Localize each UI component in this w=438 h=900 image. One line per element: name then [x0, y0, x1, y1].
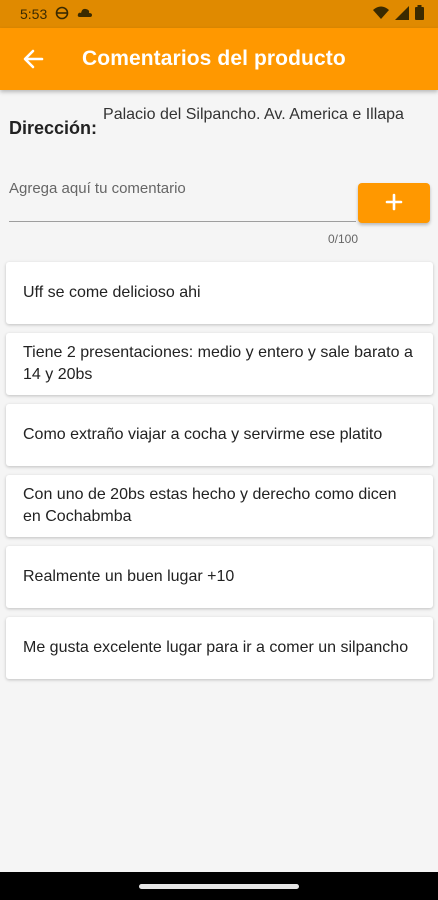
character-counter: 0/100: [327, 232, 358, 246]
add-comment-button[interactable]: [358, 183, 430, 223]
wifi-icon: [373, 6, 389, 23]
battery-icon: [415, 5, 424, 23]
comment-card: Realmente un buen lugar +10: [6, 546, 433, 608]
comment-field[interactable]: [9, 176, 356, 222]
plus-icon: [385, 193, 403, 214]
comment-card: Como extraño viajar a cocha y servirme e…: [6, 404, 433, 466]
cloud-icon: [77, 6, 93, 22]
comment-card: Con uno de 20bs estas hecho y derecho co…: [6, 475, 433, 537]
status-time: 5:53: [20, 6, 48, 22]
comment-text: Me gusta excelente lugar para ir a comer…: [23, 639, 409, 656]
comment-card: Me gusta excelente lugar para ir a comer…: [6, 617, 433, 679]
comment-text: Con uno de 20bs estas hecho y derecho co…: [23, 486, 397, 525]
comment-text: Realmente un buen lugar +10: [23, 568, 235, 585]
page-title: Comentarios del producto: [82, 47, 346, 70]
status-bar: 5:53: [0, 0, 438, 28]
comment-text: Tiene 2 presentaciones: medio y entero y…: [23, 344, 413, 383]
home-gesture-handle[interactable]: [139, 883, 299, 889]
address-value: Palacio del Silpancho. Av. America e Ill…: [103, 106, 404, 123]
address-label: Dirección:: [9, 118, 98, 138]
comment-text: Uff se come delicioso ahi: [23, 284, 201, 301]
navigation-bar: [0, 872, 438, 900]
address-section: Dirección: Palacio del Silpancho. Av. Am…: [9, 104, 429, 139]
comment-input[interactable]: [9, 176, 356, 201]
comment-card: Tiene 2 presentaciones: medio y entero y…: [6, 333, 433, 395]
comment-list: Uff se come delicioso ahi Tiene 2 presen…: [6, 262, 433, 688]
sync-icon: [55, 6, 69, 23]
app-bar: Comentarios del producto: [0, 28, 438, 90]
signal-icon: [395, 5, 409, 23]
comment-text: Como extraño viajar a cocha y servirme e…: [23, 426, 383, 443]
comment-card: Uff se come delicioso ahi: [6, 262, 433, 324]
back-arrow-icon[interactable]: [18, 44, 48, 74]
